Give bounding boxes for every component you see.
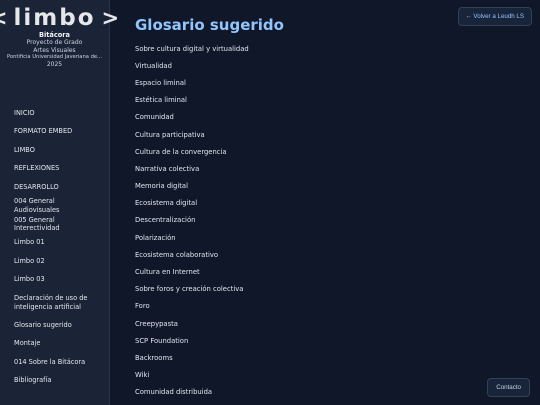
project-meta: Bitácora Proyecto de Grado Artes Visuale… — [0, 31, 109, 68]
sidebar-item-inicio[interactable]: INICIO — [0, 104, 109, 123]
glossary-item[interactable]: Cultura en Internet — [135, 263, 249, 280]
glossary-item[interactable]: SCP Foundation — [135, 332, 249, 349]
sidebar-item-desarrollo[interactable]: DESARROLLO — [0, 178, 109, 197]
glossary-item[interactable]: Estética liminal — [135, 92, 249, 109]
glossary-item[interactable]: Descentralización — [135, 212, 249, 229]
sidebar-item-general-interectividad[interactable]: 005 General Interectividad — [0, 215, 109, 234]
glossary-list: Sobre cultura digital y virtualidad Virt… — [135, 40, 249, 401]
glossary-item[interactable]: Creepypasta — [135, 315, 249, 332]
logo-wordmark: limbo — [13, 4, 96, 31]
sidebar-item-general-audiovisuales[interactable]: 004 General Audiovisuales — [0, 197, 109, 216]
project-line2: Artes Visuales — [33, 46, 76, 54]
glossary-item[interactable]: Espacio liminal — [135, 74, 249, 91]
logo[interactable]: < limbo > — [0, 4, 119, 31]
sidebar-item-bibliografia[interactable]: Bibliografía — [0, 372, 109, 391]
sidebar-item-declaracion-ia[interactable]: Declaración de uso de inteligencia artif… — [0, 289, 109, 316]
sidebar-item-montaje[interactable]: Montaje — [0, 335, 109, 354]
project-line1: Proyecto de Grado — [26, 39, 83, 47]
sidebar-item-reflexiones[interactable]: REFLEXIONES — [0, 160, 109, 179]
contact-button[interactable]: Contacto — [487, 378, 530, 397]
sidebar-nav: INICIO FORMATO EMBED LIMBO REFLEXIONES D… — [0, 104, 109, 390]
project-university: Pontificia Universidad Javeriana de... — [6, 54, 103, 61]
glossary-item[interactable]: Cultura participativa — [135, 126, 249, 143]
glossary-item[interactable]: Comunidad distribuida — [135, 384, 249, 401]
glossary-item[interactable]: Sobre foros y creación colectiva — [135, 281, 249, 298]
glossary-item[interactable]: Backrooms — [135, 349, 249, 366]
glossary-item[interactable]: Ecosistema colaborativo — [135, 246, 249, 263]
glossary-item[interactable]: Polarización — [135, 229, 249, 246]
glossary-item[interactable]: Comunidad — [135, 109, 249, 126]
glossary-item[interactable]: Virtualidad — [135, 57, 249, 74]
glossary-item[interactable]: Foro — [135, 298, 249, 315]
sidebar: < limbo > Bitácora Proyecto de Grado Art… — [0, 0, 119, 405]
sidebar-item-limbo-02[interactable]: Limbo 02 — [0, 252, 109, 271]
sidebar-item-limbo-01[interactable]: Limbo 01 — [0, 234, 109, 253]
glossary-item[interactable]: Memoria digital — [135, 178, 249, 195]
sidebar-item-formato-embed[interactable]: FORMATO EMBED — [0, 123, 109, 142]
glossary-item[interactable]: Cultura de la convergencia — [135, 143, 249, 160]
sidebar-item-limbo[interactable]: LIMBO — [0, 141, 109, 160]
sidebar-item-sobre-bitacora[interactable]: 014 Sobre la Bitácora — [0, 353, 109, 372]
project-title: Bitácora — [38, 31, 71, 39]
main-content: Glosario sugerido ← Volver a Leudh LS So… — [110, 0, 540, 405]
glossary-item[interactable]: Narrativa colectiva — [135, 160, 249, 177]
logo-left-chevron: < — [0, 7, 8, 29]
glossary-item[interactable]: Sobre cultura digital y virtualidad — [135, 40, 249, 57]
project-year: 2025 — [46, 60, 63, 68]
sidebar-item-glosario[interactable]: Glosario sugerido — [0, 316, 109, 335]
back-button[interactable]: ← Volver a Leudh LS — [457, 7, 532, 26]
page-title: Glosario sugerido — [135, 16, 284, 34]
glossary-item[interactable]: Ecosistema digital — [135, 195, 249, 212]
glossary-item[interactable]: Wiki — [135, 367, 249, 384]
sidebar-item-limbo-03[interactable]: Limbo 03 — [0, 271, 109, 290]
